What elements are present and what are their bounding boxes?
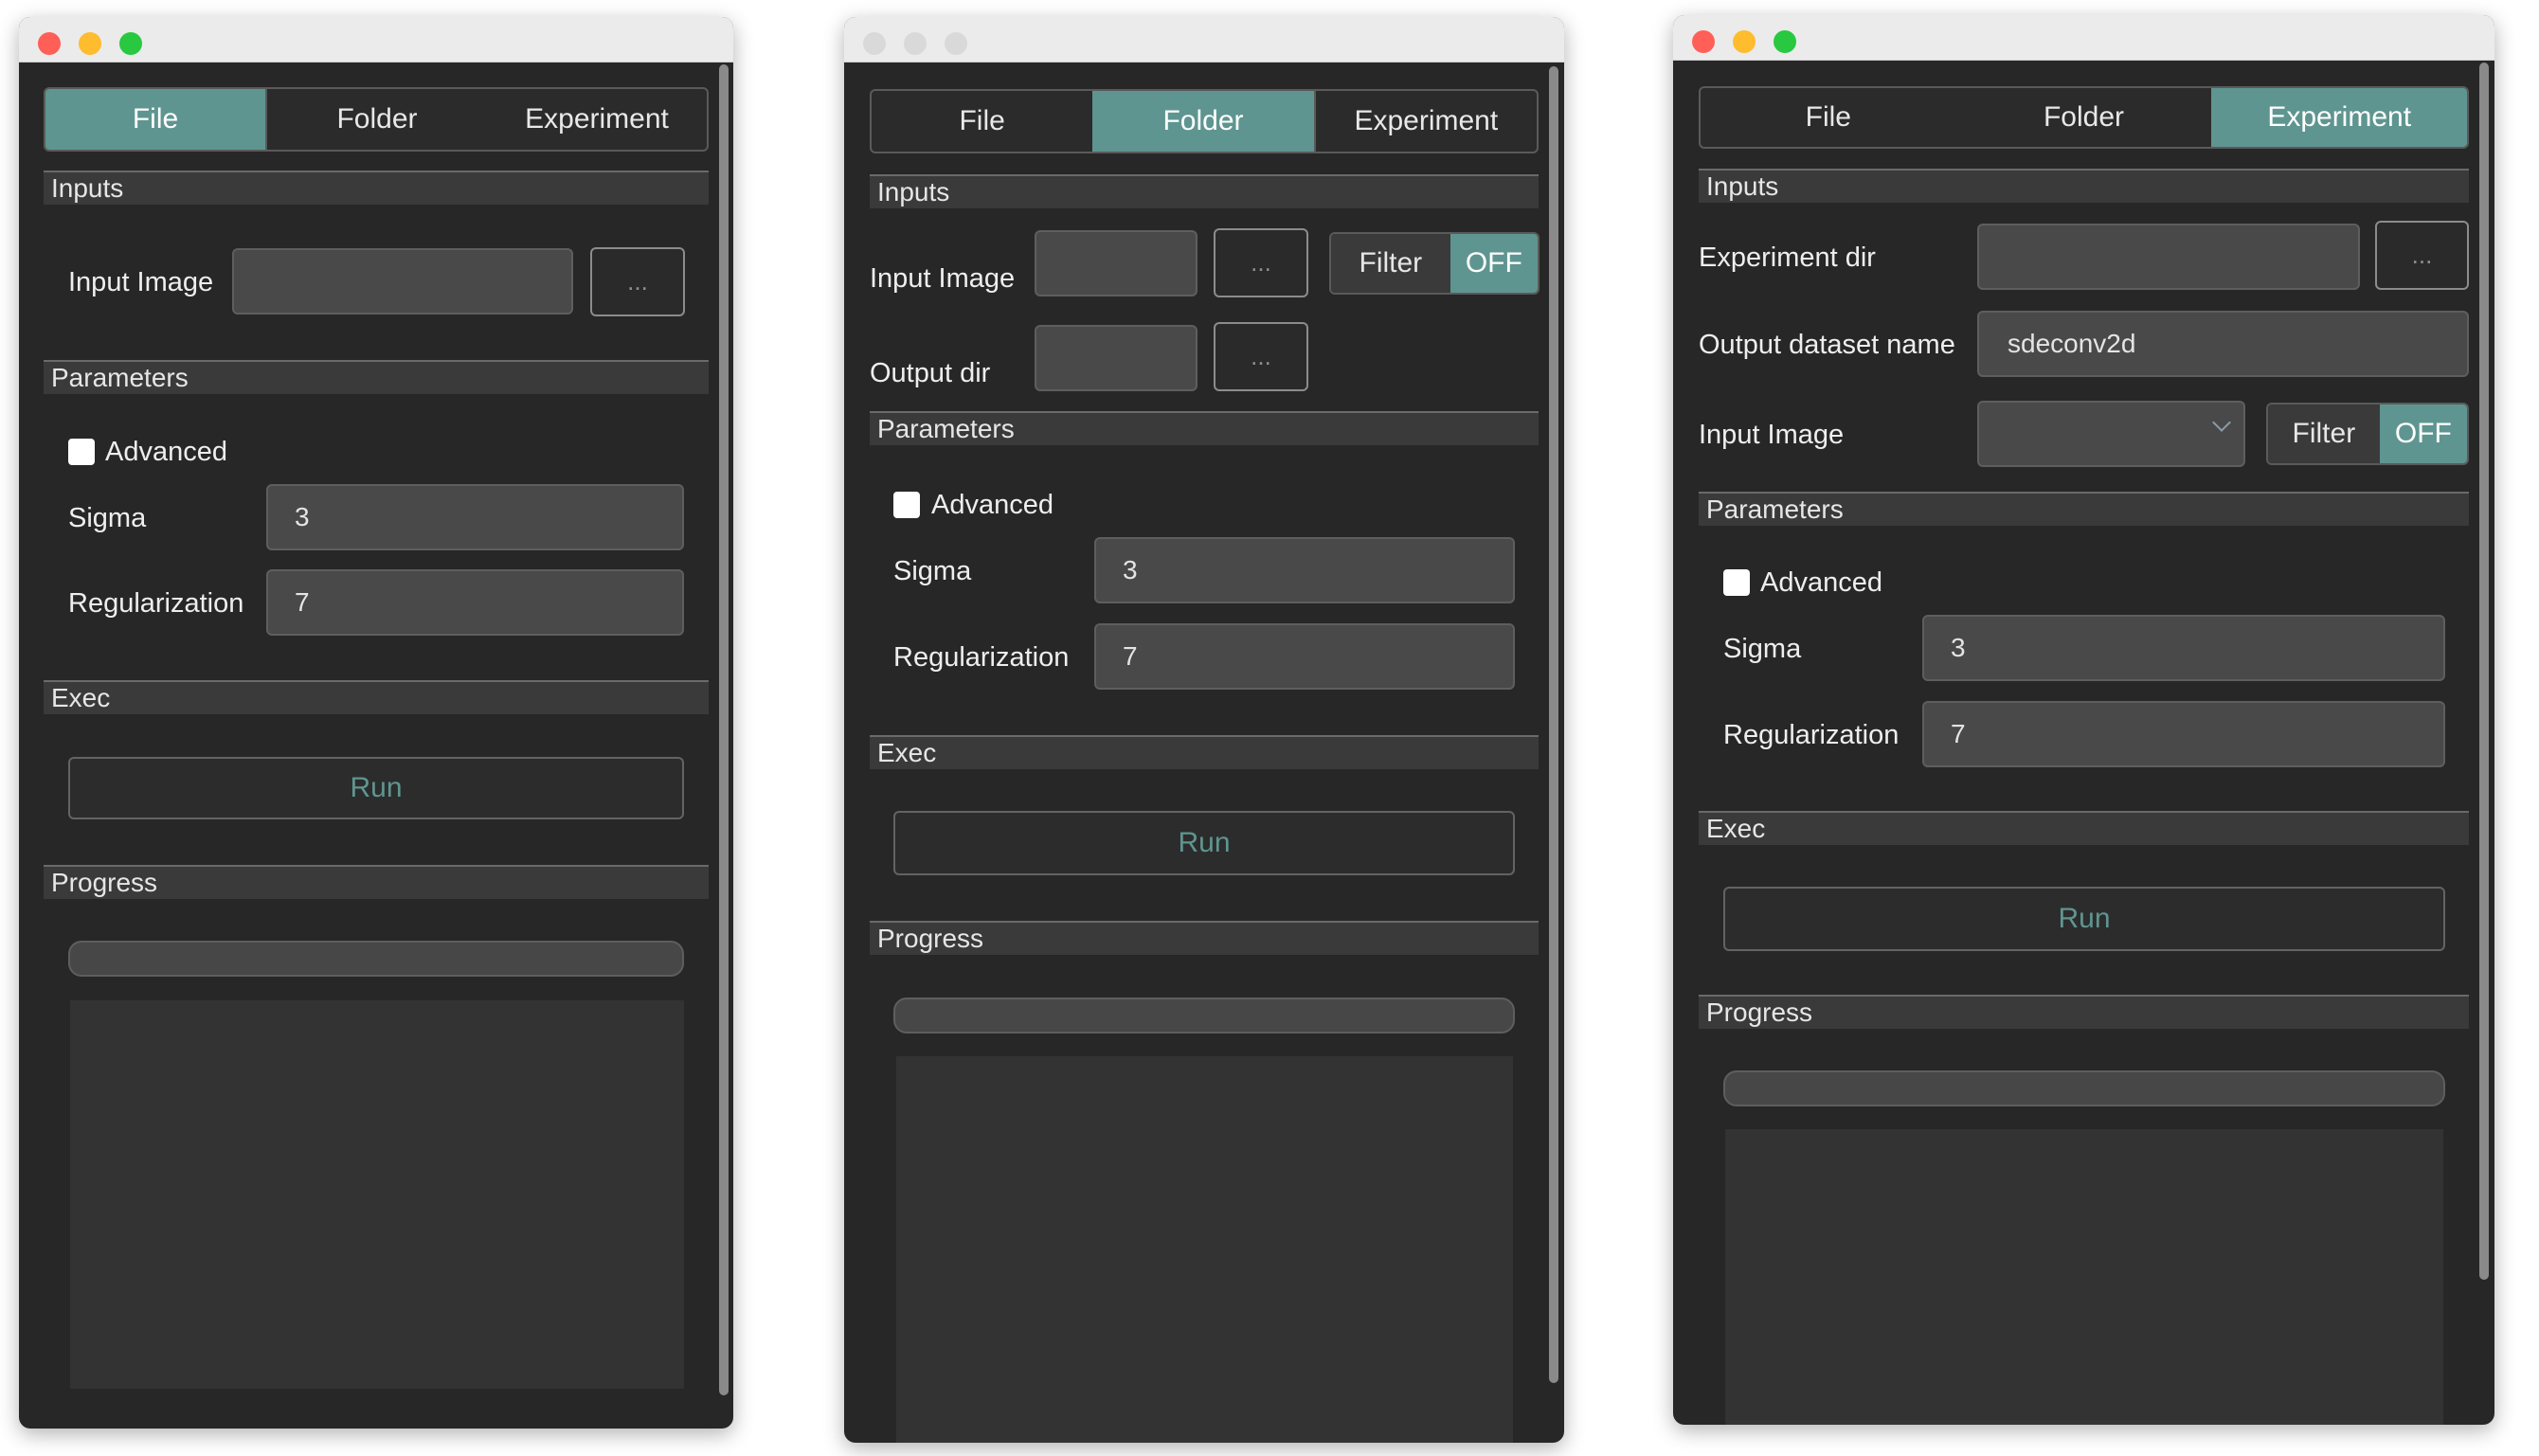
browse-output-button[interactable]: ... — [1214, 322, 1308, 391]
section-inputs: Inputs — [870, 174, 1539, 208]
run-button[interactable]: Run — [68, 757, 684, 819]
section-progress: Progress — [1699, 995, 2469, 1029]
tab-experiment[interactable]: Experiment — [2211, 88, 2467, 147]
tab-file[interactable]: File — [1701, 88, 1956, 147]
log-area — [1725, 1129, 2443, 1425]
progress-bar — [1723, 1070, 2445, 1106]
title-bar — [844, 17, 1564, 63]
tab-experiment[interactable]: Experiment — [487, 89, 707, 150]
advanced-label: Advanced — [105, 437, 227, 467]
browse-input-button[interactable]: ... — [1214, 228, 1308, 297]
output-dataset-name-input[interactable]: sdeconv2d — [1977, 311, 2469, 377]
scrollbar[interactable] — [2479, 63, 2489, 1280]
input-image-label: Input Image — [1699, 420, 1845, 450]
log-area — [896, 1056, 1513, 1443]
output-dir-label: Output dir — [870, 358, 991, 388]
regularization-label: Regularization — [1723, 720, 1900, 750]
tab-bar: File Folder Experiment — [870, 89, 1539, 153]
scrollbar[interactable] — [1549, 66, 1558, 1383]
input-image-field[interactable] — [1035, 230, 1197, 297]
regularization-input[interactable]: 7 — [1922, 701, 2445, 767]
run-button[interactable]: Run — [893, 811, 1515, 875]
minimize-button[interactable] — [1733, 30, 1756, 53]
window-folder: File Folder Experiment Inputs Input Imag… — [844, 17, 1564, 1443]
section-exec: Exec — [44, 680, 709, 714]
tab-folder[interactable]: Folder — [265, 89, 487, 150]
minimize-button[interactable] — [904, 32, 927, 55]
filter-label: Filter — [2268, 404, 2380, 463]
sigma-label: Sigma — [68, 503, 147, 533]
advanced-checkbox[interactable] — [1723, 569, 1750, 596]
section-exec: Exec — [1699, 811, 2469, 845]
input-image-select[interactable] — [1977, 401, 2245, 467]
close-button[interactable] — [863, 32, 886, 55]
advanced-label: Advanced — [931, 490, 1053, 520]
zoom-button[interactable] — [1774, 30, 1796, 53]
browse-experiment-button[interactable]: ... — [2375, 221, 2469, 290]
sigma-label: Sigma — [1723, 634, 1802, 664]
tab-bar: File Folder Experiment — [1699, 86, 2469, 149]
log-area — [70, 1000, 684, 1389]
filter-state: OFF — [2379, 404, 2467, 463]
filter-toggle[interactable]: Filter OFF — [1329, 232, 1540, 295]
close-button[interactable] — [38, 32, 61, 55]
tab-file[interactable]: File — [45, 89, 265, 150]
progress-bar — [68, 941, 684, 977]
close-button[interactable] — [1692, 30, 1715, 53]
regularization-label: Regularization — [68, 588, 244, 619]
tab-folder[interactable]: Folder — [1956, 88, 2212, 147]
section-parameters: Parameters — [44, 360, 709, 394]
regularization-label: Regularization — [893, 642, 1070, 673]
sigma-input[interactable]: 3 — [1094, 537, 1515, 603]
regularization-input[interactable]: 7 — [1094, 623, 1515, 690]
sigma-label: Sigma — [893, 556, 972, 586]
tab-bar: File Folder Experiment — [44, 87, 709, 152]
section-inputs: Inputs — [1699, 169, 2469, 203]
browse-button[interactable]: ... — [590, 247, 685, 316]
filter-state: OFF — [1450, 234, 1538, 293]
input-image-label: Input Image — [68, 267, 214, 297]
advanced-checkbox[interactable] — [68, 439, 95, 465]
regularization-input[interactable]: 7 — [266, 569, 684, 636]
output-dataset-name-label: Output dataset name — [1699, 330, 1955, 360]
section-progress: Progress — [870, 921, 1539, 955]
run-button[interactable]: Run — [1723, 887, 2445, 951]
advanced-checkbox[interactable] — [893, 492, 920, 518]
sigma-input[interactable]: 3 — [1922, 615, 2445, 681]
tab-experiment[interactable]: Experiment — [1313, 91, 1537, 152]
input-image-label: Input Image — [870, 263, 1016, 294]
tab-file[interactable]: File — [872, 91, 1092, 152]
section-parameters: Parameters — [1699, 492, 2469, 526]
title-bar — [19, 17, 733, 63]
zoom-button[interactable] — [945, 32, 967, 55]
window-experiment: File Folder Experiment Inputs Experiment… — [1673, 15, 2494, 1425]
filter-label: Filter — [1331, 234, 1450, 293]
section-parameters: Parameters — [870, 411, 1539, 445]
progress-bar — [893, 998, 1515, 1034]
output-dir-field[interactable] — [1035, 325, 1197, 391]
filter-toggle[interactable]: Filter OFF — [2266, 403, 2469, 465]
experiment-dir-field[interactable] — [1977, 224, 2360, 290]
section-exec: Exec — [870, 735, 1539, 769]
title-bar — [1673, 15, 2494, 61]
minimize-button[interactable] — [79, 32, 101, 55]
tab-folder[interactable]: Folder — [1092, 91, 1314, 152]
section-progress: Progress — [44, 865, 709, 899]
section-inputs: Inputs — [44, 171, 709, 205]
zoom-button[interactable] — [119, 32, 142, 55]
input-image-field[interactable] — [232, 248, 573, 315]
scrollbar[interactable] — [719, 64, 729, 1395]
sigma-input[interactable]: 3 — [266, 484, 684, 550]
chevron-down-icon — [2212, 413, 2231, 432]
advanced-label: Advanced — [1760, 567, 1882, 598]
window-file: File Folder Experiment Inputs Input Imag… — [19, 17, 733, 1429]
experiment-dir-label: Experiment dir — [1699, 243, 1876, 273]
